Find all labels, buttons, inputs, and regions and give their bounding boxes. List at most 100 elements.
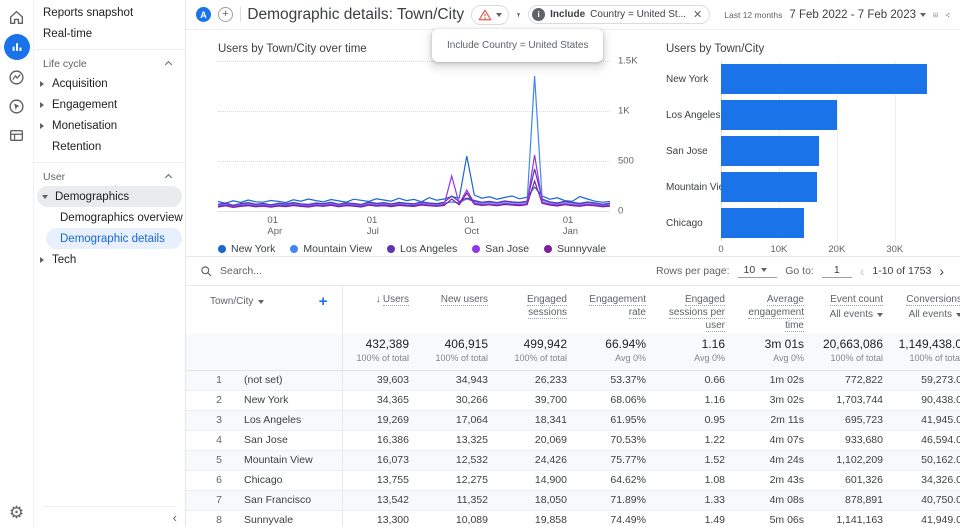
bar-mountain-view[interactable] [721, 172, 818, 202]
metric-cell: 75.77% [610, 454, 646, 466]
column-header-new-users[interactable]: New users [421, 286, 500, 334]
table-row[interactable]: 3 Los Angeles 19,269 17,064 18,341 61.95% 0.95… [186, 410, 960, 430]
event-selector[interactable]: All events [830, 309, 883, 320]
metric-cell: 1.49 [704, 514, 725, 526]
table-row[interactable]: 2 New York 34,365 30,266 39,700 68.06% 1.16 3m … [186, 390, 960, 410]
column-header-conversions[interactable]: Conversions All events [895, 286, 960, 334]
expand-icon[interactable] [40, 122, 44, 129]
bar-san-jose[interactable] [721, 136, 820, 166]
column-header-event-count[interactable]: Event count All events [816, 286, 895, 334]
table-row[interactable]: 6 Chicago 13,755 12,275 14,900 64.62% 1.08 2m 4… [186, 470, 960, 490]
bar-x-tick-label: 10K [770, 244, 788, 255]
bar-x-tick-label: 20K [828, 244, 846, 255]
metric-cell: 878,891 [845, 494, 883, 506]
sidebar-item-demographics-overview[interactable]: Demographics overview [34, 207, 185, 228]
filter-chip[interactable]: i Include Country = United St... ✕ [528, 5, 711, 24]
bar-los-angeles[interactable] [721, 100, 837, 130]
add-dimension-icon[interactable]: + [319, 293, 328, 310]
collapse-icon[interactable] [42, 195, 48, 199]
settings-gear-icon[interactable]: ⚙ [9, 504, 24, 521]
expand-icon[interactable] [40, 80, 44, 87]
goto-page-input[interactable]: 1 [821, 264, 852, 278]
reports-nav-icon[interactable] [3, 34, 30, 60]
metric-cell: 68.06% [610, 394, 646, 406]
filter-icon[interactable] [516, 7, 521, 23]
account-avatar[interactable]: A [196, 7, 211, 22]
metric-cell: 30,266 [455, 394, 488, 406]
table-row[interactable]: 4 San Jose 16,386 13,325 20,069 70.53% 1.22 4m … [186, 430, 960, 450]
row-index: 8 [216, 514, 222, 526]
sidebar-item-demographic-details[interactable]: Demographic details [46, 228, 182, 249]
close-icon[interactable]: ✕ [693, 8, 702, 21]
sidebar-item-monetisation[interactable]: Monetisation [34, 115, 185, 136]
chevron-down-icon[interactable] [258, 299, 265, 304]
sidebar-section-user[interactable]: User [34, 168, 185, 186]
column-header-engagement-rate[interactable]: Engagement rate [579, 286, 658, 334]
totals-subtext: 100% of total [435, 353, 488, 363]
table-toolbar: Rows per page: 10 Go to: 1 ‹ 1-10 of 175… [186, 256, 960, 286]
legend-item[interactable]: Sunnyvale [544, 243, 606, 255]
table-row[interactable]: 1 (not set) 39,603 34,943 26,233 53.37% 0.66 1m… [186, 370, 960, 390]
collapse-sidebar-icon[interactable]: ‹ [173, 510, 177, 525]
expand-icon[interactable] [40, 101, 44, 108]
advertising-nav-icon[interactable] [8, 97, 26, 115]
date-range-picker[interactable]: 7 Feb 2022 - 7 Feb 2023 [789, 9, 926, 21]
warning-triangle-icon [478, 9, 492, 20]
metric-cell: 53.37% [610, 374, 646, 386]
legend-item[interactable]: Los Angeles [387, 243, 457, 255]
share-icon[interactable] [945, 7, 950, 23]
sidebar-item-reports-snapshot[interactable]: Reports snapshot [34, 2, 185, 23]
customize-report-icon[interactable] [933, 7, 938, 23]
sidebar-item-retention[interactable]: Retention [34, 136, 185, 157]
bar-chart-panel: Users by Town/City New York Los Angeles Sa… [646, 30, 960, 256]
line-chart-panel: Users by Town/City over time 1.5K 1K 500 0 … [186, 30, 646, 256]
sidebar-section-life-cycle[interactable]: Life cycle [34, 55, 185, 73]
bar-chart-title: Users by Town/City [666, 43, 765, 55]
next-page-icon[interactable]: › [939, 264, 944, 278]
legend-item[interactable]: New York [218, 243, 275, 255]
row-index: 3 [216, 414, 222, 426]
library-nav-icon[interactable] [8, 126, 26, 144]
collapse-section-icon[interactable] [164, 173, 173, 181]
table-row[interactable]: 8 Sunnyvale 13,300 10,089 19,858 74.49% 1.49 5m… [186, 510, 960, 527]
sidebar-item-engagement[interactable]: Engagement [34, 94, 185, 115]
expand-icon[interactable] [40, 256, 44, 263]
column-header-average-engagement-time[interactable]: Average engagement time [737, 286, 816, 334]
metric-cell: 933,680 [845, 434, 883, 446]
metric-cell: 40,750.0 [921, 494, 960, 506]
column-header-users[interactable]: ↓ Users [341, 286, 421, 334]
legend-dot-icon [290, 245, 299, 253]
column-header-engaged-sessions-per-user[interactable]: Engaged sessions per user [658, 286, 737, 334]
sidebar-item-demographics[interactable]: Demographics [37, 186, 182, 207]
sidebar-item-tech[interactable]: Tech [34, 249, 185, 270]
metric-cell: 34,943 [455, 374, 488, 386]
explore-nav-icon[interactable] [8, 68, 26, 86]
column-header-engaged-sessions[interactable]: Engaged sessions [500, 286, 579, 334]
sidebar-item-acquisition[interactable]: Acquisition [34, 73, 185, 94]
sidebar-item-real-time[interactable]: Real-time [34, 23, 185, 44]
home-icon[interactable] [8, 8, 26, 26]
dimension-header-label[interactable]: Town/City [210, 296, 253, 307]
sidebar-item-label: Engagement [52, 98, 118, 111]
add-comparison-button[interactable]: + [218, 7, 233, 22]
legend-item[interactable]: San Jose [472, 243, 529, 255]
event-selector[interactable]: All events [909, 309, 960, 320]
search-input[interactable] [220, 265, 400, 277]
rows-per-page-select[interactable]: 10 [737, 264, 778, 278]
collapse-section-icon[interactable] [164, 60, 173, 68]
data-threshold-warning-button[interactable] [471, 4, 510, 25]
metric-cell: 39,603 [341, 370, 421, 390]
bar-category-label: New York [666, 73, 709, 85]
table-row[interactable]: 7 San Francisco 13,542 11,352 18,050 71.89% 1.… [186, 490, 960, 510]
bar-new-york[interactable] [721, 64, 928, 94]
table-row[interactable]: 5 Mountain View 16,073 12,532 24,426 75.77% 1.… [186, 450, 960, 470]
row-dimension-value: Chicago [244, 474, 283, 486]
line-chart-plot[interactable]: 1.5K 1K 500 0 01 Apr 01 Jul 01 Oct 01 Jan [217, 56, 638, 237]
bar-chicago[interactable] [721, 208, 804, 238]
totals-cell: 3m 01s Avg 0% [737, 334, 816, 371]
table-body: 1 (not set) 39,603 34,943 26,233 53.37% 0.66 1m… [186, 370, 960, 527]
previous-page-icon[interactable]: ‹ [860, 264, 865, 278]
legend-item[interactable]: Mountain View [290, 243, 372, 255]
totals-cell: 406,915 100% of total [421, 334, 500, 371]
nav-rail: ⚙ [0, 0, 34, 527]
